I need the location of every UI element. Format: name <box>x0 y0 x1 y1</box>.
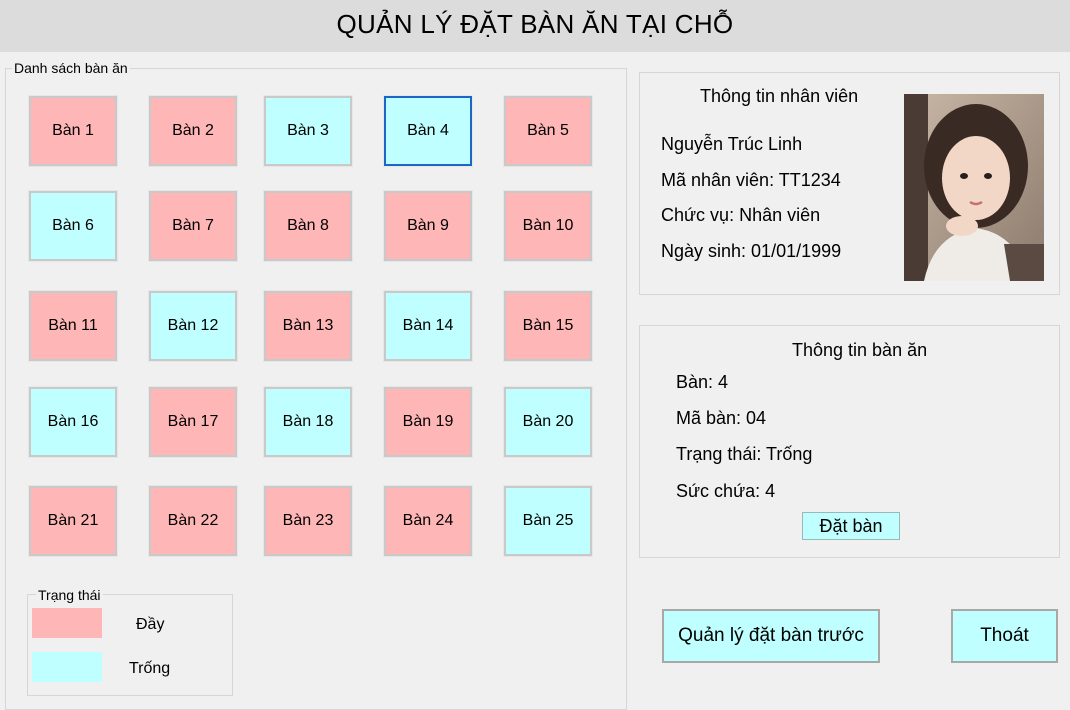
staff-role: Chức vụ: Nhân viên <box>661 205 821 225</box>
table-button-24[interactable]: Bàn 24 <box>383 485 473 557</box>
table-button-18[interactable]: Bàn 18 <box>263 386 353 458</box>
table-button-3[interactable]: Bàn 3 <box>263 95 353 167</box>
table-info-status: Trạng thái: Trống <box>676 444 813 464</box>
table-button-17[interactable]: Bàn 17 <box>148 386 238 458</box>
empty-status-swatch <box>32 652 102 682</box>
table-button-12[interactable]: Bàn 12 <box>148 290 238 362</box>
table-button-6[interactable]: Bàn 6 <box>28 190 118 262</box>
table-info-code: Mã bàn: 04 <box>676 408 767 428</box>
table-button-10[interactable]: Bàn 10 <box>503 190 593 262</box>
staff-dob: Ngày sinh: 01/01/1999 <box>661 241 842 261</box>
table-info-title: Thông tin bàn ăn <box>792 340 928 360</box>
table-button-19[interactable]: Bàn 19 <box>383 386 473 458</box>
staff-name: Nguyễn Trúc Linh <box>661 134 803 154</box>
table-button-5[interactable]: Bàn 5 <box>503 95 593 167</box>
book-table-button[interactable]: Đặt bàn <box>802 512 900 540</box>
table-button-1[interactable]: Bàn 1 <box>28 95 118 167</box>
tables-groupbox-legend: Danh sách bàn ăn <box>12 60 130 76</box>
table-button-25[interactable]: Bàn 25 <box>503 485 593 557</box>
full-status-swatch <box>32 608 102 638</box>
table-info-capacity: Sức chứa: 4 <box>676 481 776 501</box>
table-button-21[interactable]: Bàn 21 <box>28 485 118 557</box>
table-button-15[interactable]: Bàn 15 <box>503 290 593 362</box>
employee-photo <box>904 94 1044 281</box>
empty-status-label: Trống <box>129 660 171 677</box>
staff-id: Mã nhân viên: TT1234 <box>661 170 841 190</box>
table-button-11[interactable]: Bàn 11 <box>28 290 118 362</box>
table-button-16[interactable]: Bàn 16 <box>28 386 118 458</box>
manage-reservations-button[interactable]: Quản lý đặt bàn trước <box>662 609 880 663</box>
table-info-number: Bàn: 4 <box>676 372 729 392</box>
window-title: QUẢN LÝ ĐẶT BÀN ĂN TẠI CHỖ <box>0 0 1070 52</box>
table-button-23[interactable]: Bàn 23 <box>263 485 353 557</box>
table-button-20[interactable]: Bàn 20 <box>503 386 593 458</box>
table-button-14[interactable]: Bàn 14 <box>383 290 473 362</box>
table-button-22[interactable]: Bàn 22 <box>148 485 238 557</box>
status-legend-title: Trạng thái <box>36 587 103 603</box>
table-button-7[interactable]: Bàn 7 <box>148 190 238 262</box>
table-button-4[interactable]: Bàn 4 <box>383 95 473 167</box>
table-button-2[interactable]: Bàn 2 <box>148 95 238 167</box>
table-button-9[interactable]: Bàn 9 <box>383 190 473 262</box>
table-button-13[interactable]: Bàn 13 <box>263 290 353 362</box>
full-status-label: Đầy <box>136 616 165 633</box>
table-button-8[interactable]: Bàn 8 <box>263 190 353 262</box>
exit-button[interactable]: Thoát <box>951 609 1058 663</box>
staff-info-title: Thông tin nhân viên <box>700 86 859 106</box>
